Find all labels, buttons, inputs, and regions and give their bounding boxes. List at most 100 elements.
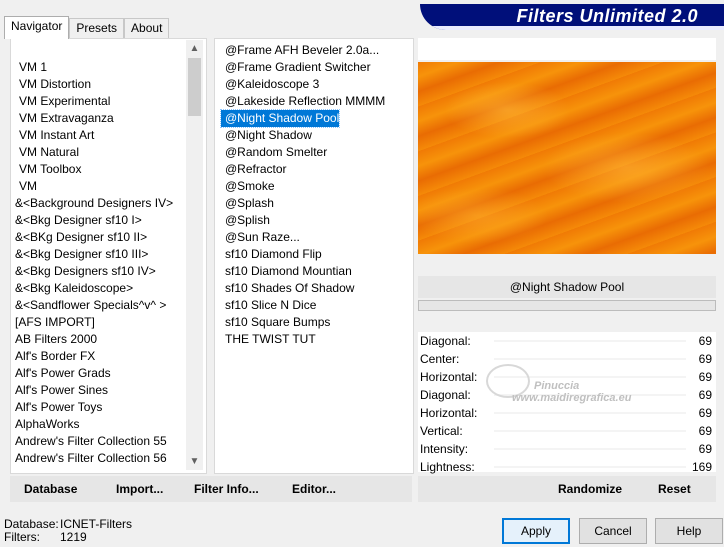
- param-slider[interactable]: [494, 466, 686, 468]
- param-row[interactable]: Intensity: 69: [418, 440, 716, 458]
- filter-item[interactable]: sf10 Slice N Dice: [221, 297, 316, 314]
- param-value: 69: [698, 388, 712, 402]
- filter-item[interactable]: @Frame Gradient Switcher: [221, 59, 371, 76]
- filter-item[interactable]: @Frame AFH Beveler 2.0a...: [221, 42, 379, 59]
- param-value: 69: [698, 442, 712, 456]
- tab-bar: Navigator Presets About: [4, 16, 170, 39]
- param-value: 69: [698, 334, 712, 348]
- param-row[interactable]: Center: 69: [418, 350, 716, 368]
- filter-item[interactable]: @Sun Raze...: [221, 229, 300, 246]
- param-value: 69: [698, 406, 712, 420]
- category-item[interactable]: AB Filters 2000: [11, 331, 97, 348]
- category-item[interactable]: AlphaWorks: [11, 416, 79, 433]
- param-value: 69: [698, 352, 712, 366]
- category-item[interactable]: &<Sandflower Specials^v^ >: [11, 297, 166, 314]
- database-button[interactable]: Database: [24, 476, 77, 502]
- param-label: Vertical:: [420, 424, 463, 438]
- import-button[interactable]: Import...: [116, 476, 163, 502]
- param-slider[interactable]: [494, 412, 686, 414]
- filter-item[interactable]: @Night Shadow Pool: [219, 109, 341, 128]
- category-item[interactable]: VM: [15, 178, 37, 195]
- app-banner: Filters Unlimited 2.0: [420, 4, 724, 30]
- filter-item[interactable]: @Splish: [221, 212, 270, 229]
- category-item[interactable]: &<Bkg Kaleidoscope>: [11, 280, 133, 297]
- cancel-button[interactable]: Cancel: [579, 518, 647, 544]
- category-item[interactable]: Andrew's Filter Collection 56: [11, 450, 167, 467]
- category-item[interactable]: Andrew's Filter Collection 55: [11, 433, 167, 450]
- param-row[interactable]: Horizontal: 69: [418, 404, 716, 422]
- param-row[interactable]: Diagonal: 69: [418, 332, 716, 350]
- category-item[interactable]: VM Extravaganza: [15, 110, 114, 127]
- filters-label: Filters:: [4, 530, 40, 544]
- category-item[interactable]: VM Distortion: [15, 76, 91, 93]
- scroll-up-icon[interactable]: ▲: [186, 40, 203, 57]
- category-item[interactable]: &<Bkg Designer sf10 I>: [11, 212, 142, 229]
- filter-item[interactable]: @Night Shadow: [221, 127, 312, 144]
- filter-item[interactable]: @Random Smelter: [221, 144, 327, 161]
- category-item[interactable]: VM Instant Art: [15, 127, 94, 144]
- filter-item[interactable]: sf10 Square Bumps: [221, 314, 330, 331]
- param-slider[interactable]: [494, 340, 686, 342]
- scroll-down-icon[interactable]: ▼: [186, 453, 203, 470]
- param-row[interactable]: Vertical: 69: [418, 422, 716, 440]
- param-value: 69: [698, 370, 712, 384]
- watermark: Pinuccia www.maidiregrafica.eu: [490, 380, 631, 404]
- progress-bar: [418, 300, 716, 311]
- filter-item[interactable]: sf10 Diamond Flip: [221, 246, 322, 263]
- category-item[interactable]: VM Natural: [15, 144, 79, 161]
- filter-list[interactable]: @Frame AFH Beveler 2.0a... @Frame Gradien…: [214, 38, 414, 474]
- category-scrollbar[interactable]: ▲ ▼: [186, 40, 203, 470]
- param-row[interactable]: Lightness: 169: [418, 458, 716, 476]
- filter-item[interactable]: sf10 Diamond Mountian: [221, 263, 352, 280]
- param-value: 169: [691, 460, 712, 474]
- param-label: Diagonal:: [420, 334, 471, 348]
- category-item[interactable]: VM Toolbox: [15, 161, 81, 178]
- param-value: 69: [698, 424, 712, 438]
- param-label: Horizontal:: [420, 370, 478, 384]
- category-item[interactable]: Alf's Power Grads: [11, 365, 111, 382]
- category-item[interactable]: &<Background Designers IV>: [11, 195, 173, 212]
- category-item[interactable]: Alf's Power Sines: [11, 382, 108, 399]
- filter-item[interactable]: sf10 Shades Of Shadow: [221, 280, 354, 297]
- status-area: Database:ICNET-Filters Filters: 1219: [4, 518, 132, 544]
- banner-title: Filters Unlimited 2.0: [516, 6, 698, 26]
- param-label: Horizontal:: [420, 406, 478, 420]
- tab-navigator[interactable]: Navigator: [4, 16, 70, 39]
- category-list[interactable]: VM 1 VM Distortion VM Experimental VM Extra…: [10, 38, 207, 474]
- randomize-button[interactable]: Randomize: [558, 476, 622, 502]
- category-item[interactable]: Alf's Border FX: [11, 348, 95, 365]
- filter-info-button[interactable]: Filter Info...: [194, 476, 259, 502]
- filter-item[interactable]: THE TWIST TUT: [221, 331, 316, 348]
- param-slider[interactable]: [494, 430, 686, 432]
- category-item[interactable]: &<BKg Designer sf10 II>: [11, 229, 147, 246]
- category-item[interactable]: Alf's Power Toys: [11, 399, 102, 416]
- filter-item[interactable]: @Kaleidoscope 3: [221, 76, 319, 93]
- filters-count: 1219: [60, 530, 87, 544]
- scroll-thumb[interactable]: [188, 58, 201, 116]
- left-button-bar: Database Import... Filter Info... Editor…: [10, 476, 412, 502]
- help-button[interactable]: Help: [655, 518, 723, 544]
- editor-button[interactable]: Editor...: [292, 476, 336, 502]
- filter-item[interactable]: @Refractor: [221, 161, 287, 178]
- filter-item[interactable]: @Smoke: [221, 178, 275, 195]
- filter-item[interactable]: @Lakeside Reflection MMMM: [221, 93, 385, 110]
- category-item[interactable]: &<Bkg Designer sf10 III>: [11, 246, 148, 263]
- watermark-url: www.maidiregrafica.eu: [512, 392, 632, 404]
- selected-filter-name: @Night Shadow Pool: [418, 276, 716, 298]
- category-item[interactable]: &<Bkg Designers sf10 IV>: [11, 263, 156, 280]
- param-label: Lightness:: [420, 460, 475, 474]
- right-button-bar: Randomize Reset: [418, 476, 716, 502]
- param-slider[interactable]: [494, 358, 686, 360]
- apply-button[interactable]: Apply: [502, 518, 570, 544]
- category-item[interactable]: [AFS IMPORT]: [11, 314, 95, 331]
- category-item[interactable]: VM 1: [15, 59, 47, 76]
- param-label: Intensity:: [420, 442, 469, 456]
- reset-button[interactable]: Reset: [658, 476, 691, 502]
- filter-item[interactable]: @Splash: [221, 195, 274, 212]
- watermark-name: Pinuccia: [534, 380, 580, 392]
- param-slider[interactable]: [494, 448, 686, 450]
- category-item[interactable]: VM Experimental: [15, 93, 110, 110]
- database-value: ICNET-Filters: [60, 517, 132, 531]
- tab-presets[interactable]: Presets: [69, 18, 125, 38]
- tab-about[interactable]: About: [124, 18, 170, 38]
